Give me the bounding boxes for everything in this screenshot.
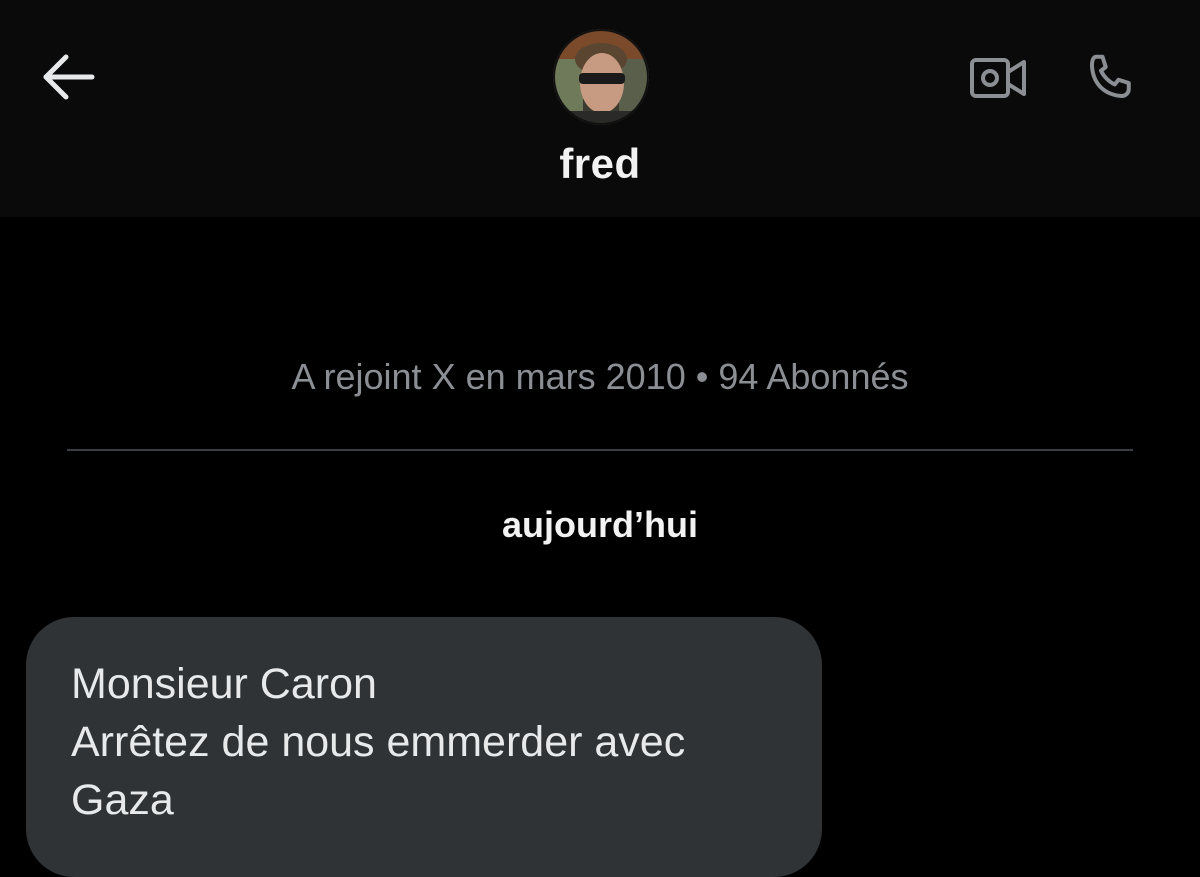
date-separator: aujourd’hui — [502, 504, 698, 545]
back-button[interactable] — [38, 50, 98, 104]
profile-meta: A rejoint X en mars 2010 • 94 Abonnés — [291, 356, 909, 397]
phone-icon — [1089, 54, 1131, 98]
video-call-button[interactable] — [962, 48, 1034, 108]
avatar-photo — [553, 29, 649, 125]
conversation-header: fred — [0, 0, 1200, 217]
message-text: Monsieur Caron Arrêtez de nous emmerder … — [71, 655, 791, 829]
contact-name[interactable]: fred — [0, 140, 1200, 188]
message-line: Gaza — [71, 776, 174, 824]
divider — [67, 449, 1133, 451]
avatar[interactable] — [553, 29, 649, 125]
video-camera-icon — [970, 58, 1026, 98]
message-line: Monsieur Caron — [71, 660, 377, 708]
arrow-left-icon — [43, 54, 95, 100]
audio-call-button[interactable] — [1076, 46, 1144, 110]
message-bubble[interactable]: Monsieur Caron Arrêtez de nous emmerder … — [26, 617, 822, 877]
message-line: Arrêtez de nous emmerder avec — [71, 718, 686, 766]
